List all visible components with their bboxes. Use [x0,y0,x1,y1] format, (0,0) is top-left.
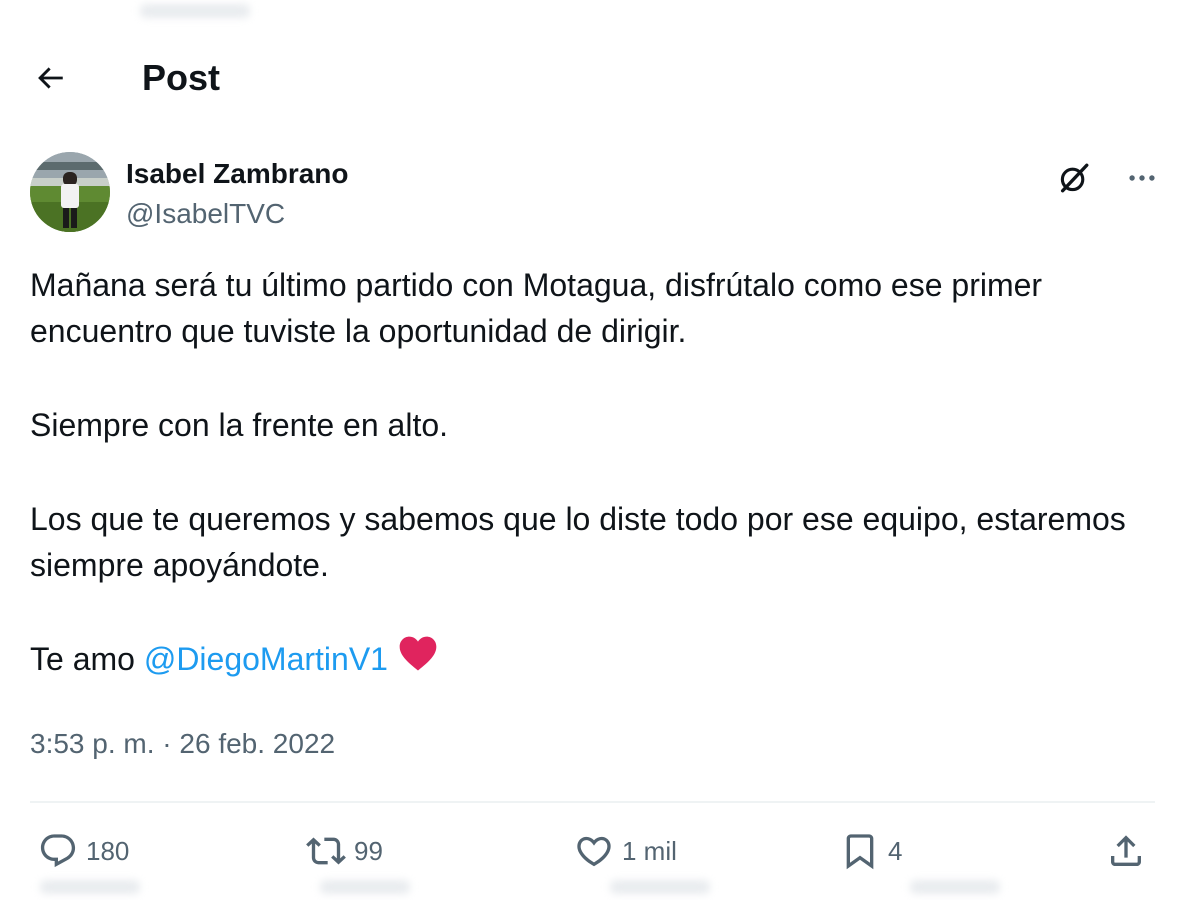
post-text: Mañana será tu último partido con Motagu… [30,262,1170,684]
reply-button[interactable]: 180 [38,826,129,876]
heart-icon [577,836,611,867]
action-bar: 180 99 1 mil 4 [30,826,1155,876]
red-heart-emoji [398,634,438,684]
repost-button[interactable]: 99 [306,826,383,876]
share-icon [1111,835,1141,866]
arrow-left-icon [38,67,63,89]
reply-icon [40,834,76,868]
page-title: Post [142,57,221,98]
more-icon [1129,175,1155,181]
bottom-edge-blur-2 [320,880,410,894]
bookmark-button[interactable]: 4 [840,826,902,876]
post-paragraph-4: Te amo @DiegoMartinV1 [30,636,1170,684]
grok-button[interactable] [1054,158,1094,198]
bookmark-count: 4 [888,835,903,866]
repost-count: 99 [354,835,383,866]
author-handle[interactable]: @IsabelTVC [126,196,285,232]
avatar[interactable] [30,152,110,232]
divider [30,801,1155,803]
share-button[interactable] [1106,826,1146,876]
reply-count: 180 [86,835,130,866]
post-paragraph-2: Siempre con la frente en alto. [30,407,449,443]
top-actions [1054,158,1162,198]
author-name[interactable]: Isabel Zambrano [126,156,349,192]
page-header: Post [0,48,1200,108]
post-paragraph-4-text: Te amo [30,641,144,677]
post-page: Post Isabel Zambrano @IsabelTVC Mañana s… [0,0,1200,900]
repost-icon [306,837,346,865]
avatar-image [30,152,110,232]
bottom-edge-blur-1 [40,880,140,894]
mention-link[interactable]: @DiegoMartinV1 [144,641,388,677]
back-button[interactable] [28,56,72,100]
more-options-button[interactable] [1122,158,1162,198]
grok-icon [1060,163,1089,193]
post-timestamp[interactable]: 3:53 p. m. · 26 feb. 2022 [30,724,335,764]
author-row: Isabel Zambrano @IsabelTVC [30,152,1170,234]
like-button[interactable]: 1 mil [574,826,677,876]
top-edge-blur [140,4,250,18]
like-count: 1 mil [622,835,677,866]
bottom-edge-blur-4 [910,880,1000,894]
bookmark-icon [846,834,874,870]
post-paragraph-1: Mañana será tu último partido con Motagu… [30,267,1043,349]
bottom-edge-blur-3 [610,880,710,894]
post-paragraph-3: Los que te queremos y sabemos que lo dis… [30,501,1126,583]
